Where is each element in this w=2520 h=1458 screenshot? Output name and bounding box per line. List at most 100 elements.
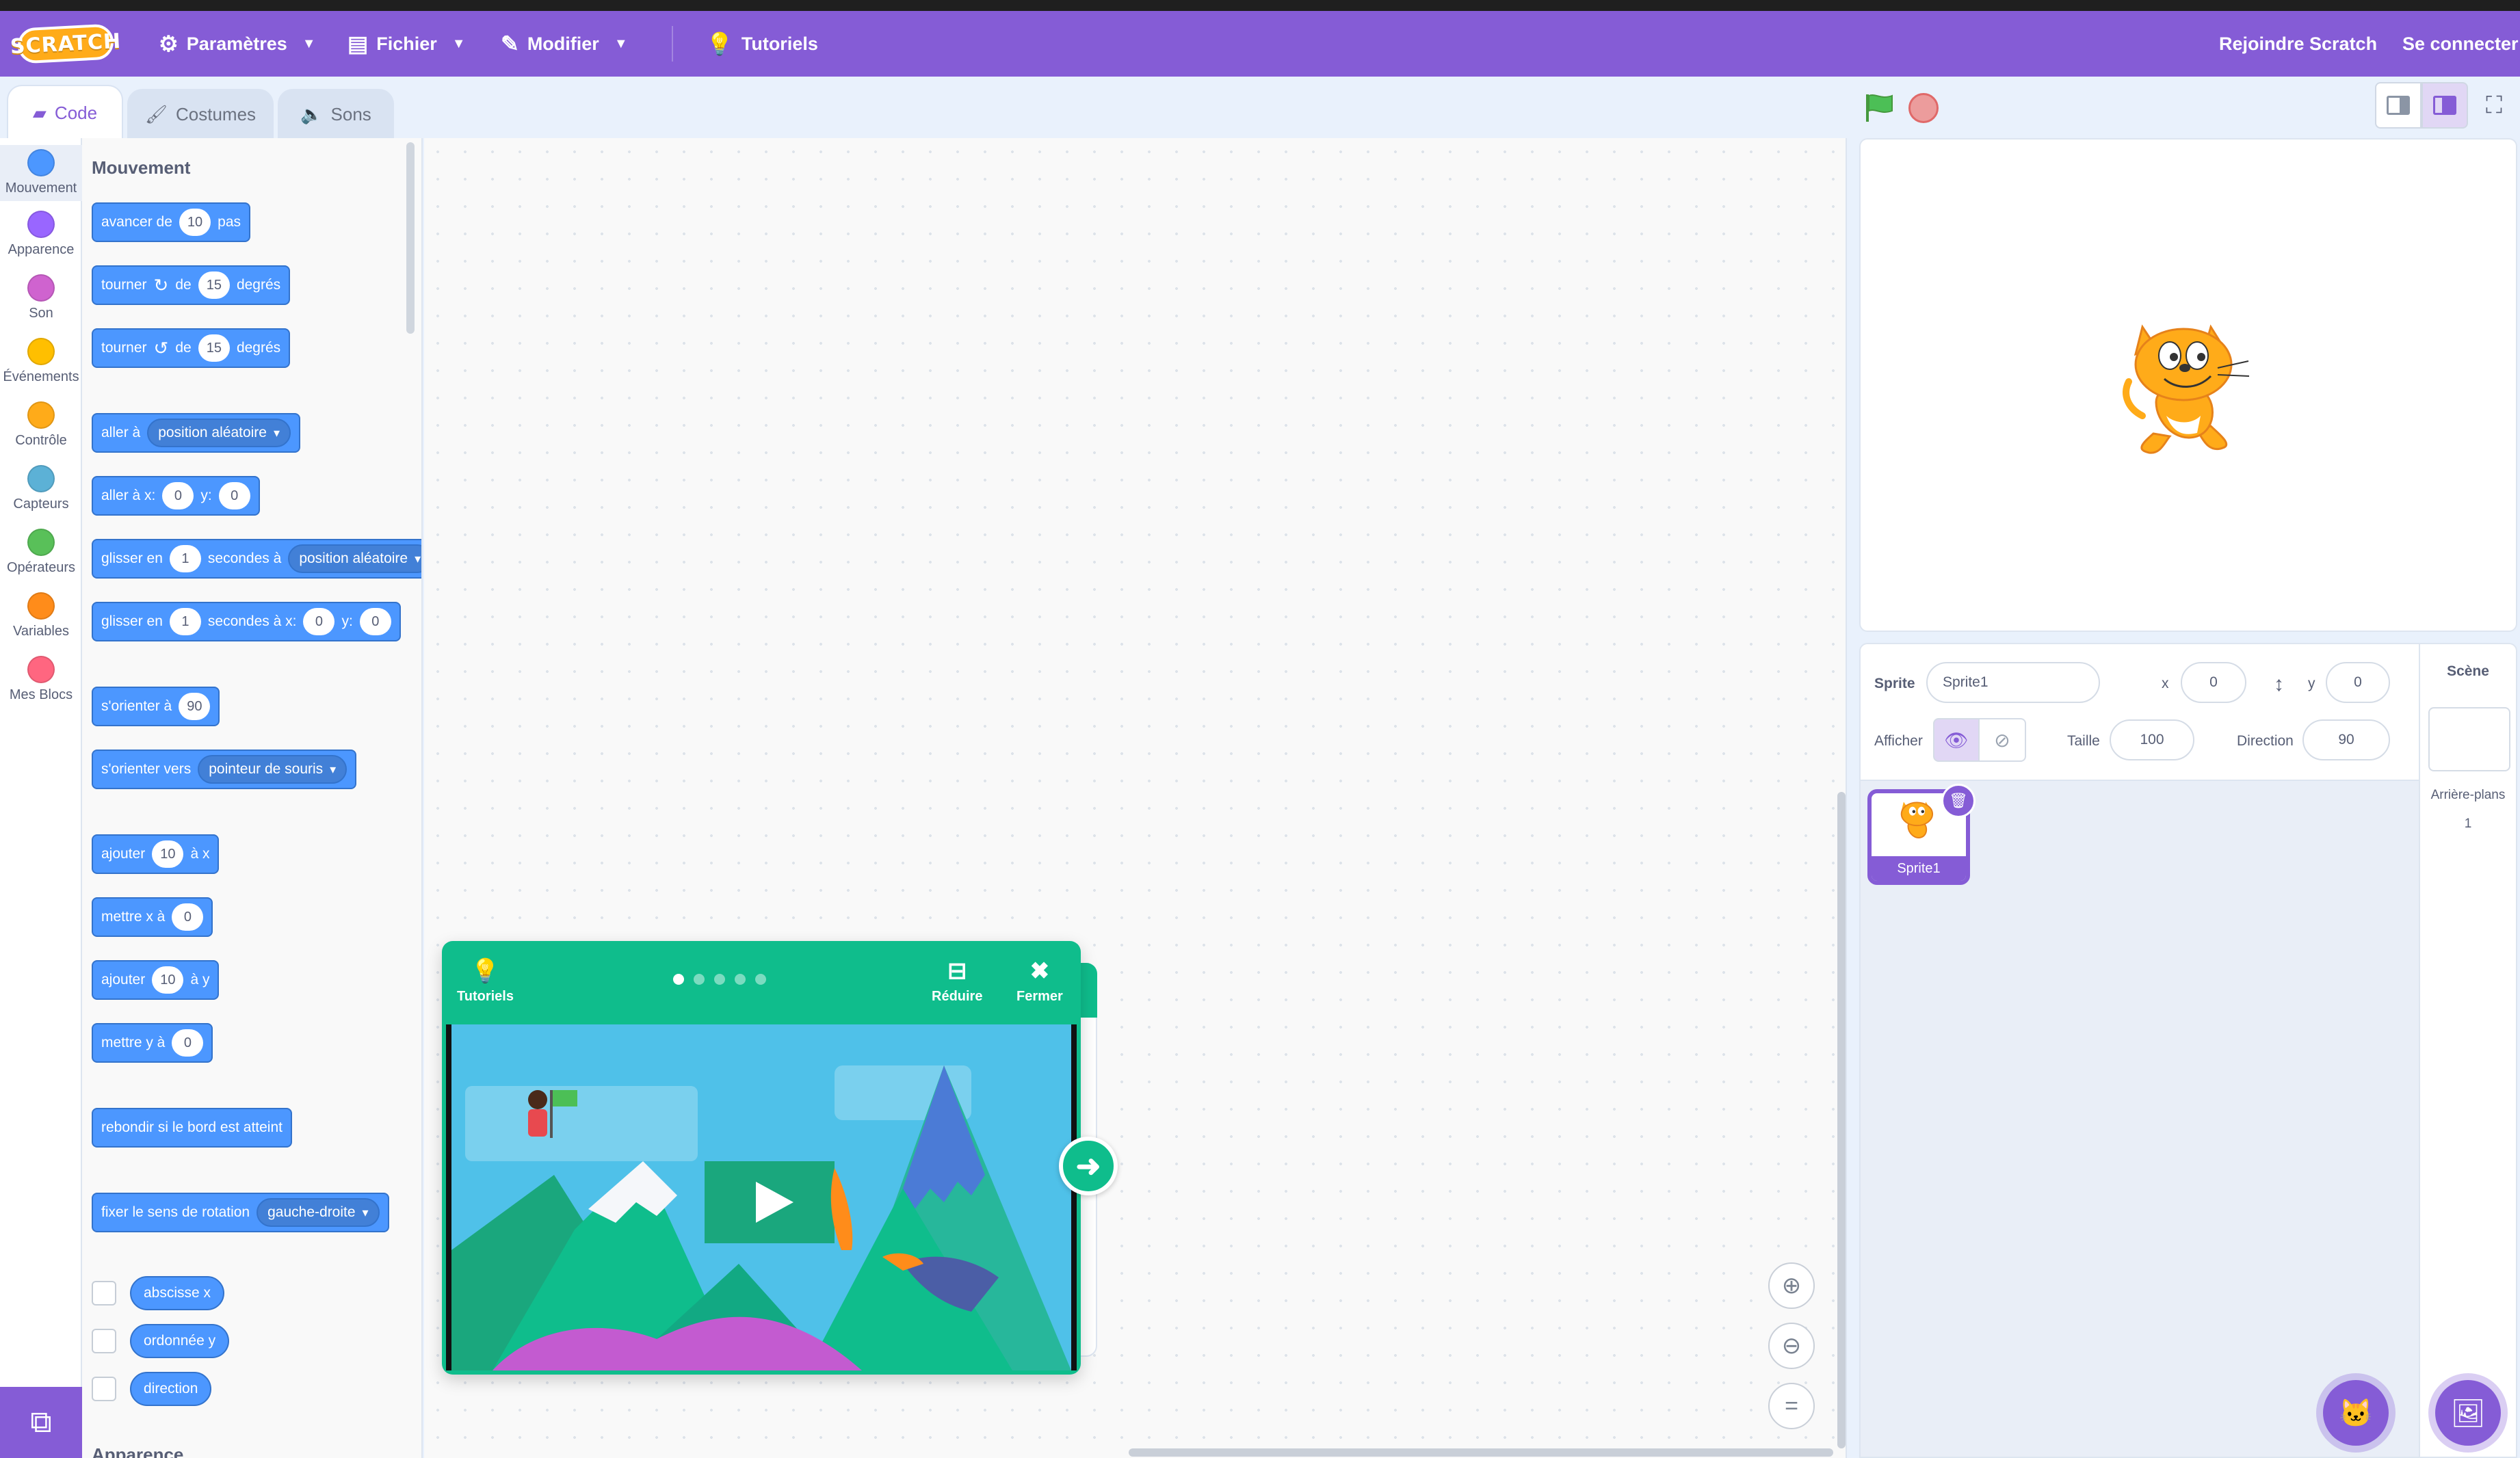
settings-menu[interactable]: ⚙ Paramètres ▼ (159, 11, 316, 77)
workspace-horizontal-scrollbar[interactable] (1129, 1448, 1833, 1457)
category-variables[interactable]: Variables (0, 592, 82, 639)
zoom-out-button[interactable]: ⊖ (1768, 1323, 1815, 1369)
join-scratch-link[interactable]: Rejoindre Scratch (2219, 11, 2377, 77)
block-input[interactable]: 10 (179, 209, 211, 236)
block-input[interactable]: 0 (172, 1029, 204, 1057)
monitor-checkbox[interactable] (92, 1281, 116, 1305)
step-dot[interactable] (694, 974, 705, 985)
block-input[interactable]: 1 (169, 608, 201, 635)
equals-icon: = (1785, 1392, 1798, 1419)
step-dot[interactable] (755, 974, 766, 985)
tutorial-illustration (451, 1024, 1071, 1370)
show-sprite-button[interactable]: 👁 (1933, 718, 1980, 762)
category-operators[interactable]: Opérateurs (0, 529, 82, 576)
direction-input[interactable]: 90 (2302, 719, 2390, 760)
zoom-in-button[interactable]: ⊕ (1768, 1262, 1815, 1309)
cat-sprite[interactable] (2115, 313, 2263, 461)
category-motion[interactable]: Mouvement (0, 145, 82, 201)
category-events[interactable]: Événements (0, 338, 82, 385)
block-text: tourner (101, 277, 147, 293)
tutorials-menu[interactable]: 💡 Tutoriels (706, 11, 818, 77)
block-dropdown[interactable]: pointeur de souris (198, 755, 347, 784)
tutorials-button[interactable]: 💡 Tutoriels (457, 957, 514, 1005)
y-position-input[interactable]: 0 (2326, 662, 2390, 703)
scratch-logo[interactable]: SCRATCH (10, 23, 122, 64)
delete-sprite-button[interactable]: 🗑 (1941, 784, 1976, 818)
tutorial-video[interactable] (446, 1024, 1077, 1370)
category-my-blocks[interactable]: Mes Blocs (0, 656, 82, 703)
hide-sprite-button[interactable]: ⊘ (1980, 718, 2026, 762)
fullscreen-button[interactable]: ⛶ (2471, 82, 2517, 129)
block-dropdown[interactable]: position aléatoire (288, 544, 421, 573)
block-change-x[interactable]: ajouter 10 à x (92, 834, 220, 874)
category-sensing[interactable]: Capteurs (0, 465, 82, 512)
block-point-direction[interactable]: s'orienter à 90 (92, 687, 220, 726)
add-sprite-button[interactable]: 🐱 (2323, 1380, 2389, 1446)
block-input[interactable]: 10 (152, 966, 184, 994)
shrink-button[interactable]: ⊟ Réduire (932, 957, 982, 1005)
block-input[interactable]: 90 (179, 693, 211, 720)
add-extension-button[interactable]: ⧉ (0, 1387, 82, 1458)
stage-thumbnail[interactable] (2428, 707, 2510, 771)
workspace-vertical-scrollbar[interactable] (1837, 792, 1846, 1448)
block-glide-to[interactable]: glisser en 1 secondes à position aléatoi… (92, 539, 421, 579)
monitor-checkbox[interactable] (92, 1329, 116, 1353)
block-goto[interactable]: aller à position aléatoire (92, 413, 301, 453)
step-dot[interactable] (714, 974, 725, 985)
tab-sounds[interactable]: 🔈 Sons (278, 89, 394, 138)
block-point-towards[interactable]: s'orienter vers pointeur de souris (92, 750, 357, 789)
block-input[interactable]: 0 (359, 608, 391, 635)
step-dot[interactable] (735, 974, 746, 985)
zoom-reset-button[interactable]: = (1768, 1383, 1815, 1429)
block-input[interactable]: 1 (169, 545, 201, 572)
block-text: secondes à x: (207, 613, 297, 629)
large-stage-button[interactable] (2421, 82, 2468, 129)
block-rotation-style[interactable]: fixer le sens de rotation gauche-droite (92, 1193, 389, 1232)
x-position-input[interactable]: 0 (2181, 662, 2246, 703)
block-text: pas (218, 214, 241, 230)
block-set-y[interactable]: mettre y à 0 (92, 1023, 213, 1063)
block-turn-left[interactable]: tourner ↺ de 15 degrés (92, 328, 291, 368)
edit-menu[interactable]: ✎ Modifier ▼ (501, 11, 628, 77)
palette-scrollbar[interactable] (406, 142, 415, 334)
zoom-out-icon: ⊖ (1781, 1333, 1802, 1359)
block-dropdown[interactable]: position aléatoire (147, 419, 291, 447)
block-text: y: (200, 488, 212, 503)
close-tutorial-button[interactable]: ✖ Fermer (1016, 957, 1063, 1005)
monitor-checkbox[interactable] (92, 1377, 116, 1401)
reporter-direction[interactable]: direction (130, 1372, 212, 1406)
block-input[interactable]: 15 (198, 334, 230, 362)
block-input[interactable]: 15 (198, 271, 230, 299)
block-dropdown[interactable]: gauche-droite (257, 1198, 380, 1227)
category-sound[interactable]: Son (0, 274, 82, 321)
sign-in-link[interactable]: Se connecter (2402, 11, 2519, 77)
tutorial-next-button[interactable]: ➜ (1059, 1137, 1118, 1195)
category-control[interactable]: Contrôle (0, 401, 82, 449)
block-change-y[interactable]: ajouter 10 à y (92, 960, 220, 1000)
sprite-name-input[interactable]: Sprite1 (1926, 662, 2100, 703)
reporter-x-position[interactable]: abscisse x (130, 1276, 225, 1310)
add-backdrop-button[interactable]: 🖼 (2435, 1380, 2501, 1446)
tab-code[interactable]: ▰ Code (7, 85, 123, 140)
block-input[interactable]: 0 (303, 608, 335, 635)
file-menu[interactable]: ▤ Fichier ▼ (347, 11, 466, 77)
block-bounce[interactable]: rebondir si le bord est atteint (92, 1108, 292, 1148)
small-stage-button[interactable] (2375, 82, 2421, 129)
stage[interactable] (1859, 138, 2517, 632)
block-turn-right[interactable]: tourner ↻ de 15 degrés (92, 265, 291, 305)
block-set-x[interactable]: mettre x à 0 (92, 897, 213, 937)
block-input[interactable]: 0 (218, 482, 250, 509)
stop-button[interactable] (1908, 93, 1939, 123)
block-glide-xy[interactable]: glisser en 1 secondes à x: 0 y: 0 (92, 602, 401, 641)
block-input[interactable]: 0 (162, 482, 194, 509)
reporter-y-position[interactable]: ordonnée y (130, 1324, 230, 1358)
block-move-steps[interactable]: avancer de 10 pas (92, 202, 251, 242)
block-input[interactable]: 10 (152, 840, 184, 868)
category-looks[interactable]: Apparence (0, 211, 82, 258)
step-dot[interactable] (673, 974, 684, 985)
green-flag-button[interactable] (1862, 93, 1898, 123)
block-goto-xy[interactable]: aller à x: 0 y: 0 (92, 476, 260, 516)
size-input[interactable]: 100 (2110, 719, 2194, 760)
block-input[interactable]: 0 (172, 903, 204, 931)
tab-costumes[interactable]: 🖌 Costumes (127, 89, 274, 138)
